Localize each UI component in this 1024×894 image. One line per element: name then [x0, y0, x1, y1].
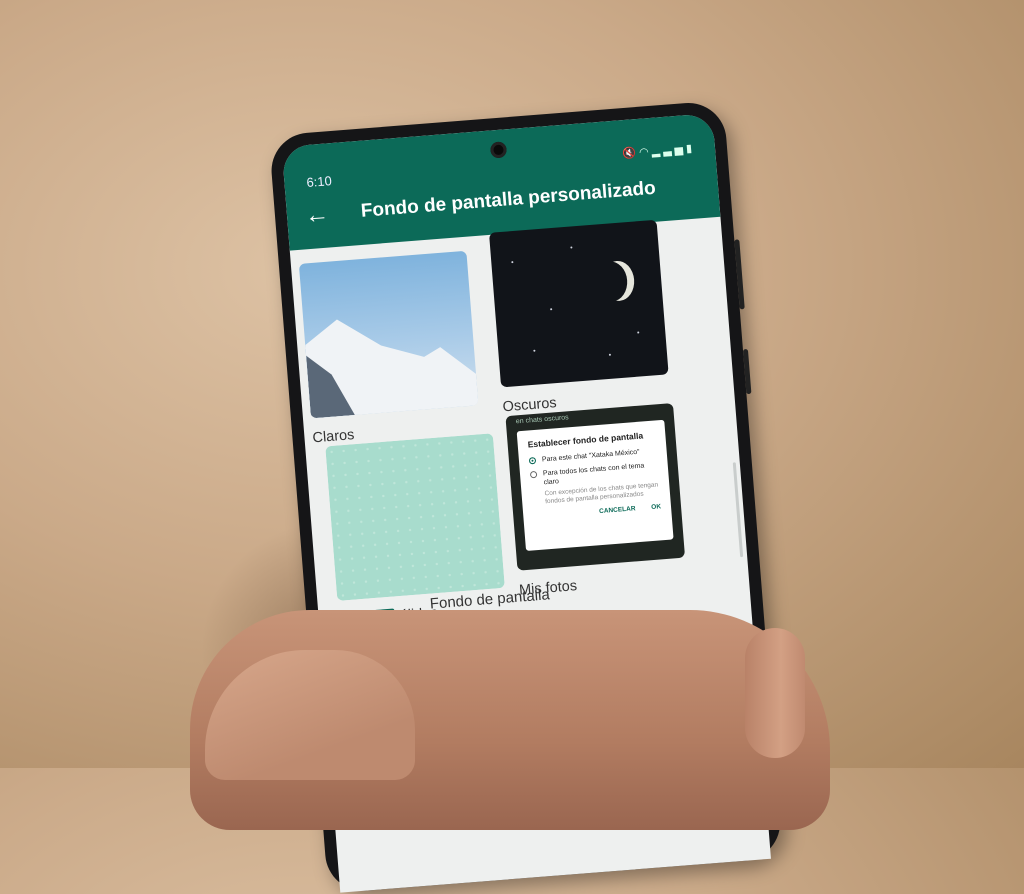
power-button [742, 348, 752, 395]
mute-icon: 🔇 [621, 146, 640, 161]
status-time: 6:10 [305, 173, 333, 191]
dialog-cancel-button: CANCELAR [598, 505, 636, 516]
star [533, 349, 536, 352]
dialog-buttons: CANCELAR OK [533, 503, 661, 520]
set-wallpaper-dialog-preview: Establecer fondo de pantalla Para este c… [516, 419, 674, 551]
radio-selected-icon [528, 456, 537, 465]
colores-solidos-thumbnail[interactable] [325, 433, 505, 601]
star [511, 261, 514, 264]
category-oscuros[interactable]: Oscuros [488, 219, 671, 415]
arrow-left-icon[interactable]: ← [304, 200, 330, 229]
moon-icon [594, 260, 629, 302]
dialog-title: Establecer fondo de pantalla [527, 430, 644, 450]
signal-icon: ▂▃▅ [651, 143, 687, 158]
finger [745, 628, 805, 758]
mis-fotos-thumbnail[interactable]: en chats oscuros Establecer fondo de pan… [505, 402, 686, 571]
dialog-top-strip: en chats oscuros [515, 414, 569, 426]
claros-thumbnail[interactable] [298, 250, 479, 419]
category-claros[interactable]: Claros [298, 250, 481, 446]
front-camera [489, 141, 508, 159]
star [637, 331, 640, 334]
battery-icon: ▮ [685, 142, 696, 156]
volume-button [734, 239, 745, 310]
scrollbar[interactable] [732, 462, 744, 558]
star [608, 353, 612, 356]
star [570, 246, 573, 249]
category-mis-fotos[interactable]: en chats oscuros Establecer fondo de pan… [505, 402, 687, 599]
wifi-icon: ◠ [638, 145, 653, 159]
status-icons: 🔇◠▂▃▅▮ [621, 142, 696, 161]
page-title: Fondo de pantalla personalizado [360, 177, 657, 222]
radio-unselected-icon [529, 470, 538, 479]
dialog-ok-button: OK [651, 503, 662, 512]
star [550, 308, 553, 311]
oscuros-thumbnail[interactable] [488, 219, 669, 388]
